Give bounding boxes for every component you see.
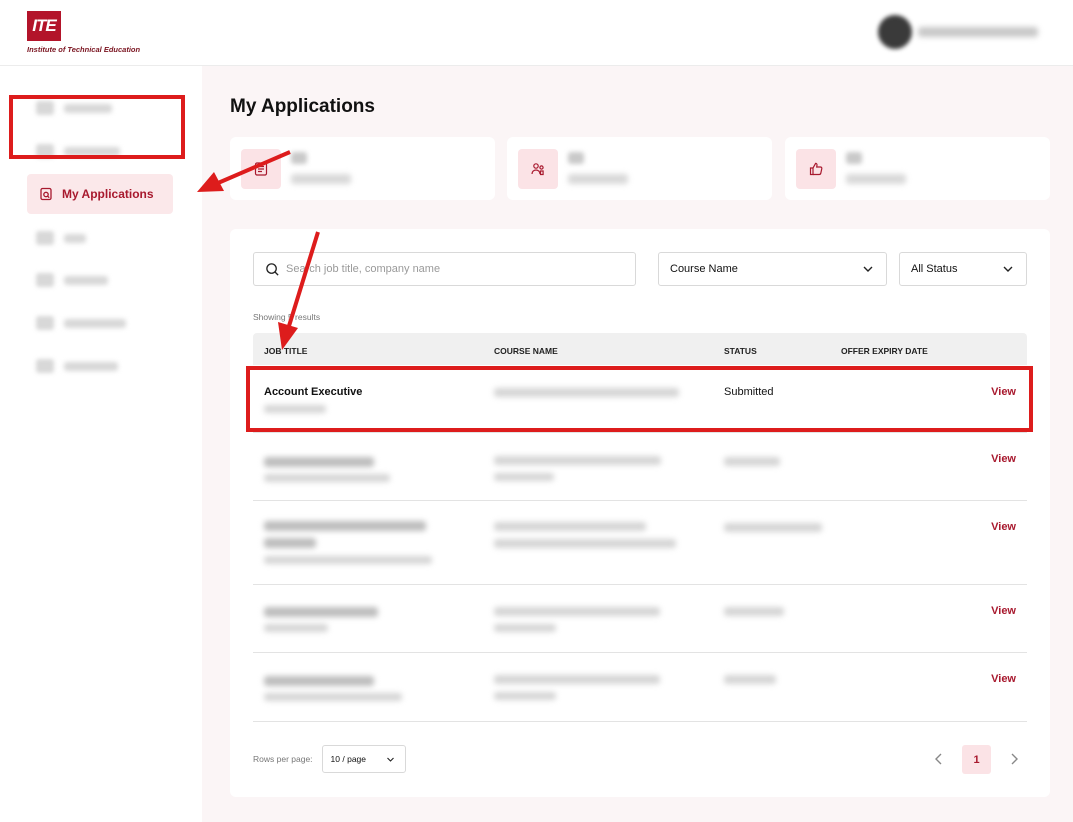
status-redacted [724,675,776,684]
column-header-offer-expiry: OFFER EXPIRY DATE [841,346,928,356]
view-link[interactable]: View [991,453,1016,465]
company-name-redacted [264,474,390,482]
results-count: Showing 5 results [253,312,321,322]
next-page-button[interactable] [1005,750,1023,773]
logo-mark: ITE [27,11,61,41]
table-row[interactable]: View [253,433,1027,501]
company-name-redacted [264,624,328,632]
stat-value-redacted [846,152,862,164]
page-number-button[interactable]: 1 [962,745,991,774]
course-name-redacted [494,624,556,632]
users-icon [518,149,558,189]
table-header: JOB TITLE COURSE NAME STATUS OFFER EXPIR… [253,333,1027,365]
chevron-down-icon [1003,266,1013,272]
column-header-job-title: JOB TITLE [264,346,308,356]
view-link[interactable]: View [991,605,1016,617]
view-link[interactable]: View [991,673,1016,685]
sidebar-item-redacted[interactable] [36,316,126,330]
column-header-status: STATUS [724,346,757,356]
status-redacted [724,607,784,616]
stat-value-redacted [568,152,584,164]
job-title-redacted [264,457,374,467]
search-input[interactable]: Search job title, company name [253,252,636,286]
sidebar-icon [36,231,54,245]
chevron-down-icon [863,266,873,272]
application-doc-icon [40,187,52,201]
page-size-select[interactable]: 10 / page [321,745,406,773]
stat-card [785,137,1050,200]
course-name-redacted [494,607,660,616]
job-title-redacted [264,676,374,686]
chevron-left-icon [935,753,942,765]
status-select-value: All Status [911,263,958,275]
sidebar-icon [36,316,54,330]
chevron-right-icon [1011,753,1018,765]
stat-label-redacted [568,174,628,184]
course-name-redacted [494,473,554,481]
table-row[interactable]: View [253,585,1027,653]
page-title: My Applications [230,96,375,117]
logo-text: Institute of Technical Education [27,45,141,54]
job-title-redacted [264,607,378,617]
highlight-box-sidebar [9,95,185,159]
status-redacted [724,457,780,466]
stat-value-redacted [291,152,307,164]
course-select-value: Course Name [670,263,738,275]
avatar [878,15,912,49]
status-select[interactable]: All Status [899,252,1027,286]
course-name-redacted [494,539,676,548]
chevron-down-icon [386,757,394,762]
table-row[interactable]: View [253,501,1027,585]
rows-per-page-label: Rows per page: [253,754,313,764]
user-name-redacted [918,27,1038,37]
document-list-icon [241,149,281,189]
prev-page-button[interactable] [930,750,948,773]
rows-per-page: Rows per page: 10 / page [253,745,406,773]
sidebar-label-redacted [64,361,118,371]
ite-logo[interactable]: ITE Institute of Technical Education [27,11,140,54]
view-link[interactable]: View [991,521,1016,533]
search-placeholder: Search job title, company name [286,263,441,275]
stat-label-redacted [291,174,351,184]
course-name-select[interactable]: Course Name [658,252,887,286]
sidebar-item-redacted[interactable] [36,231,86,245]
course-name-redacted [494,522,646,531]
sidebar-item-my-applications[interactable]: My Applications [27,174,173,214]
job-title-redacted [264,521,426,531]
sidebar-icon [36,273,54,287]
page-size-value: 10 / page [330,754,366,764]
sidebar-item-redacted[interactable] [36,359,118,373]
table-row[interactable]: View [253,653,1027,722]
highlight-box-first-row [246,366,1033,432]
job-title-redacted [264,538,316,548]
stat-card [230,137,495,200]
course-name-redacted [494,692,556,700]
sidebar-icon [36,359,54,373]
sidebar-label-redacted [64,275,108,285]
main-content: My Applications Search job title, compan… [202,66,1073,822]
applications-card: Search job title, company name Course Na… [230,229,1050,797]
stat-label-redacted [846,174,906,184]
company-name-redacted [264,556,432,564]
stat-card [507,137,772,200]
sidebar-item-redacted[interactable] [36,273,108,287]
sidebar: My Applications [0,66,202,822]
course-name-redacted [494,456,661,465]
sidebar-item-label: My Applications [62,187,154,201]
search-icon [266,262,279,276]
user-menu[interactable] [878,15,1038,49]
sidebar-label-redacted [64,233,86,243]
course-name-redacted [494,675,660,684]
status-redacted [724,523,822,532]
company-name-redacted [264,693,402,701]
column-header-course-name: COURSE NAME [494,346,558,356]
top-header: ITE Institute of Technical Education [0,0,1073,66]
thumbs-up-icon [796,149,836,189]
sidebar-label-redacted [64,318,126,328]
